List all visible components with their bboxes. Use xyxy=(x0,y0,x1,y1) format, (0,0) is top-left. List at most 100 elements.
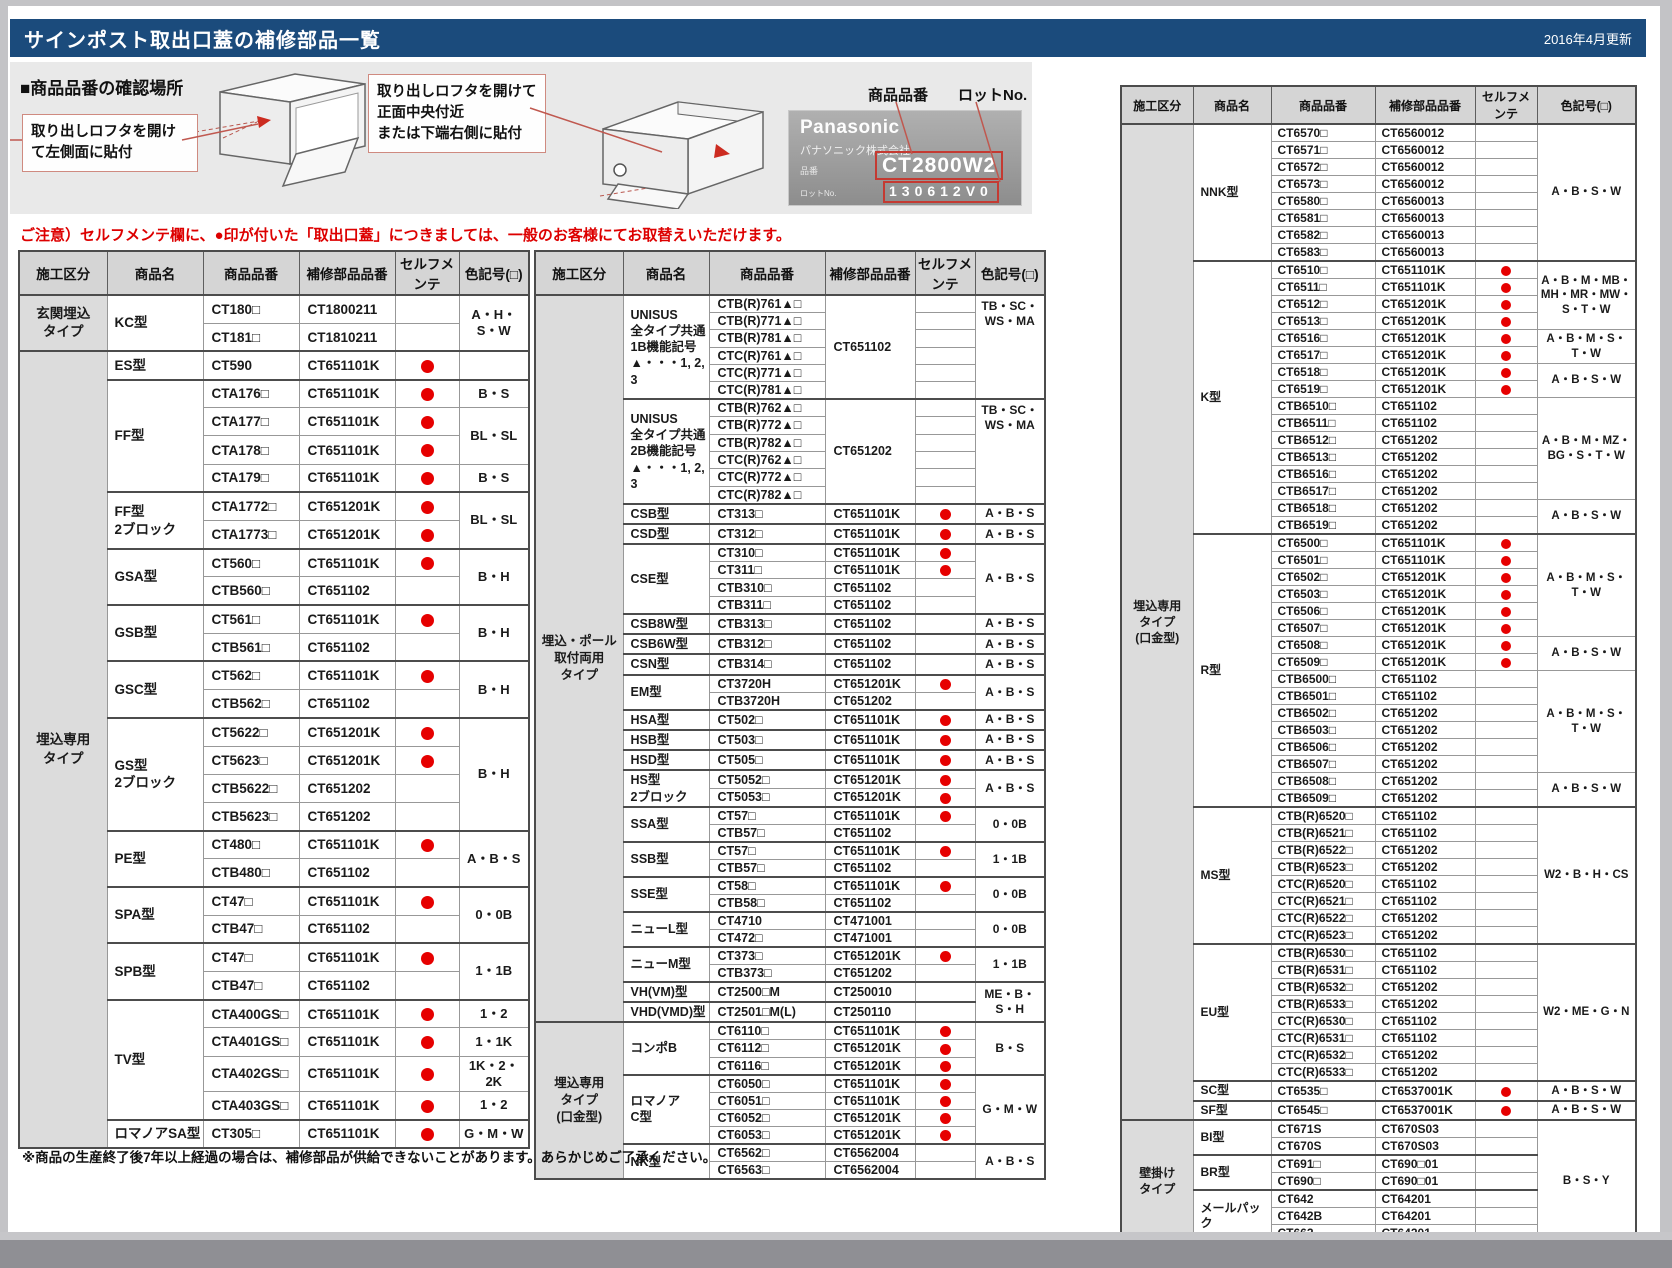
cell-part-no: CT651201K xyxy=(1374,602,1476,620)
cell-part-no: CT651101K xyxy=(1374,260,1476,279)
cell-product-no: CT47□ xyxy=(202,885,300,916)
cell-product-name: コンポB xyxy=(622,1021,710,1076)
cell-part-no: CT651202 xyxy=(824,963,916,983)
cell-product-name: SC型 xyxy=(1192,1080,1272,1102)
cell-product-no: CT58□ xyxy=(708,875,826,895)
cell-color-codes: ME・B・S・H xyxy=(974,980,1046,1023)
cell-selfmente xyxy=(394,576,460,606)
selfmente-dot xyxy=(939,1043,951,1055)
selfmente-dot xyxy=(1501,657,1511,668)
cell-product-no: CTB5622□ xyxy=(202,773,300,803)
cell-selfmente xyxy=(394,745,460,775)
cell-product-no: CT6502□ xyxy=(1270,568,1376,586)
cell-product-no: CT6050□ xyxy=(708,1073,826,1093)
selfmente-dot xyxy=(420,952,434,966)
cell-product-no: CTB373□ xyxy=(708,963,826,983)
cell-part-no: CT651202 xyxy=(298,801,396,832)
column-header: 商品品番 xyxy=(1270,85,1376,125)
cell-product-no: CTB6518□ xyxy=(1270,499,1376,517)
cell-selfmente xyxy=(394,858,460,888)
cell-part-no: CT651202 xyxy=(1374,721,1476,739)
table-row: 埋込専用 タイプ (口金型) NNK型 CT6570□ CT6560012 A・B・S・… xyxy=(1120,122,1637,1121)
cell-part-no: CT651101K xyxy=(298,1091,396,1121)
cell-selfmente xyxy=(1474,619,1538,637)
bottom-frame-dark xyxy=(0,1240,1672,1268)
cell-product-no: CT6052□ xyxy=(708,1108,826,1128)
cell-product-name: SSE型 xyxy=(622,875,710,913)
column-header: 商品名 xyxy=(106,250,204,296)
cell-product-no: CT6511□ xyxy=(1270,278,1376,296)
header-row: 施工区分 商品名 商品品番 補修部品品番 セルフメンテ 色記号(□) xyxy=(18,250,530,296)
cell-selfmente xyxy=(1474,824,1538,842)
cell-part-no: CT651201K xyxy=(1374,568,1476,586)
column-header: 商品品番 xyxy=(708,250,826,296)
cell-selfmente xyxy=(394,660,460,691)
cell-color-codes: TB・SC・WS・MA xyxy=(974,398,1046,505)
cell-product-no: CTB312□ xyxy=(708,633,826,655)
cell-product-no: CTB6502□ xyxy=(1270,704,1376,722)
cell-color-codes: A・B・S・W xyxy=(1536,1099,1637,1121)
cell-part-no: CT651201K xyxy=(824,945,916,965)
cell-selfmente xyxy=(1474,858,1538,876)
cell-part-no: CT6560012 xyxy=(1374,141,1476,159)
cell-selfmente xyxy=(914,468,976,487)
cell-product-no: CTA177□ xyxy=(202,407,300,437)
cell-product-no: CT6519□ xyxy=(1270,380,1376,398)
cell-part-no: CT651101K xyxy=(298,998,396,1029)
cell-product-name: SPA型 xyxy=(106,885,204,944)
selfmente-dot xyxy=(1501,606,1511,617)
cell-selfmente xyxy=(394,829,460,860)
cell-product-no: CTB560□ xyxy=(202,576,300,606)
cell-color-codes: A・H・S・W xyxy=(458,293,530,352)
cell-color-codes: W2・B・H・CS xyxy=(1536,806,1637,945)
cell-part-no: CT651101K xyxy=(298,942,396,973)
cell-selfmente xyxy=(1474,175,1538,193)
cell-color-codes: A・B・S xyxy=(974,633,1046,655)
cell-product-name: HS型 2ブロック xyxy=(622,769,710,808)
cell-part-no: CT651101K xyxy=(298,829,396,860)
cell-part-no: CT651202 xyxy=(1374,789,1476,808)
cell-product-no: CTB6516□ xyxy=(1270,465,1376,483)
cell-product-name: VH(VM)型 xyxy=(622,980,710,1003)
cell-product-no: CTC(R)6533□ xyxy=(1270,1063,1376,1082)
cell-product-name: FF型 xyxy=(106,378,204,493)
cell-part-no: CT6560012 xyxy=(1374,158,1476,176)
cell-selfmente xyxy=(1474,1172,1538,1191)
table-row: MS型 CTB(R)6520□ CT651102 W2・B・H・CS xyxy=(1121,806,1637,945)
cell-color-codes: A・B・S xyxy=(974,728,1046,751)
cell-selfmente xyxy=(1474,499,1538,517)
cell-product-name: PE型 xyxy=(106,829,204,888)
cell-part-no: CT651201K xyxy=(1374,329,1476,347)
cell-selfmente xyxy=(914,708,976,731)
cell-part-no: CT651101K xyxy=(824,749,916,771)
cell-product-no: CT6545□ xyxy=(1270,1099,1376,1121)
cell-part-no: CT651202 xyxy=(1374,482,1476,500)
cell-part-no: CT6562004 xyxy=(824,1143,916,1163)
cell-product-name: R型 xyxy=(1192,533,1272,808)
cell-part-no: CT651101K xyxy=(298,350,396,381)
cell-selfmente xyxy=(914,612,976,635)
cell-part-no: CT6560013 xyxy=(1374,209,1476,227)
cell-product-no: CTB6503□ xyxy=(1270,721,1376,739)
cell-selfmente xyxy=(1474,909,1538,927)
cell-product-no: CTA402GS□ xyxy=(202,1055,300,1093)
cell-part-no: CT651101K xyxy=(824,502,916,525)
cell-part-no: CT6560013 xyxy=(1374,243,1476,262)
cell-selfmente xyxy=(1474,653,1538,671)
cell-part-no: CT651102 xyxy=(1374,806,1476,825)
cell-product-name: HSD型 xyxy=(622,749,710,771)
cell-product-no: CTB47□ xyxy=(202,970,300,1001)
selfmente-dot xyxy=(1501,367,1511,378)
cell-product-no: CT6516□ xyxy=(1270,329,1376,347)
cell-product-no: CTB311□ xyxy=(708,595,826,615)
cell-selfmente xyxy=(914,728,976,751)
cell-part-no: CT651101K xyxy=(298,378,396,409)
cell-product-no: CTB(R)6533□ xyxy=(1270,995,1376,1013)
cell-product-no: CT472□ xyxy=(708,928,826,948)
cell-part-no: CT651102 xyxy=(1374,961,1476,979)
cell-selfmente xyxy=(1474,397,1538,415)
cell-part-no: CT651201K xyxy=(298,519,396,550)
column-header: 補修部品品番 xyxy=(298,250,396,296)
cell-product-no: CTB480□ xyxy=(202,858,300,888)
cell-product-no: CT6580□ xyxy=(1270,192,1376,210)
